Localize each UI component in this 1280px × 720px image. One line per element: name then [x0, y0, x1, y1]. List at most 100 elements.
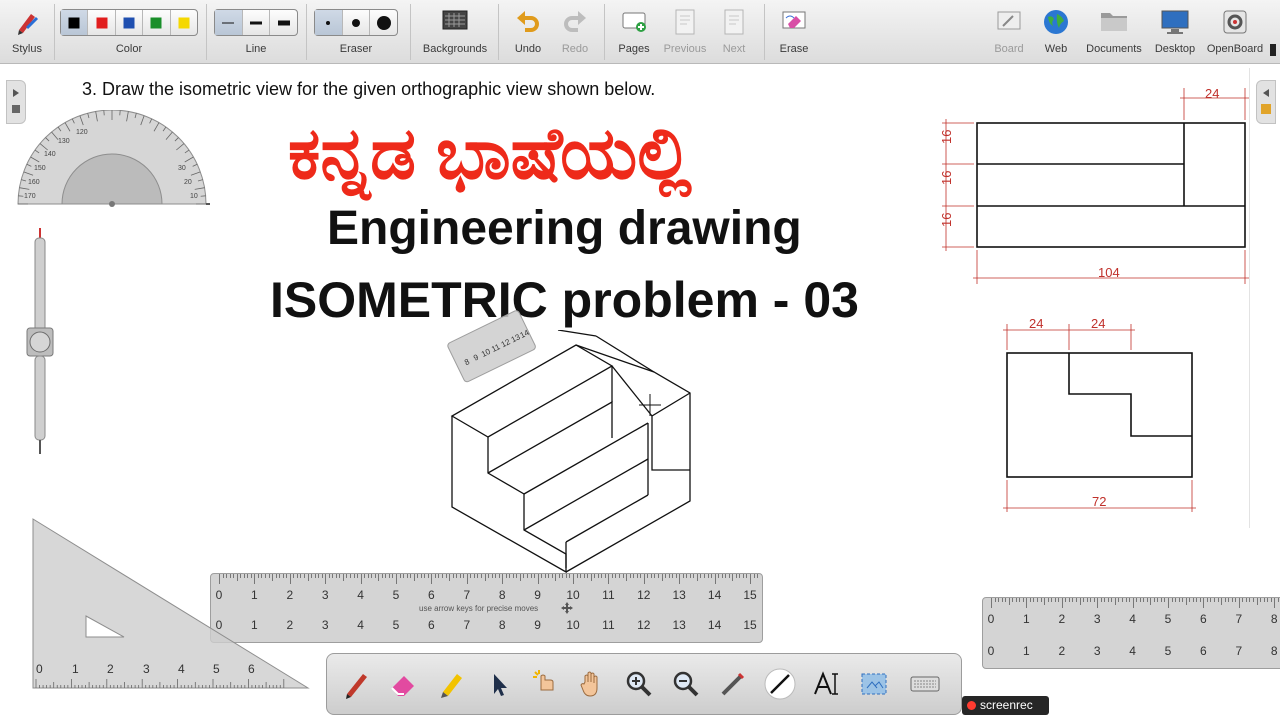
- ruler-tick: [1058, 598, 1060, 602]
- ruler-tick: [640, 574, 642, 578]
- highlighter-tool-button[interactable]: [431, 662, 471, 708]
- color-swatch-red[interactable]: [88, 10, 116, 35]
- ruler-tick: [1203, 598, 1205, 608]
- protractor-tool[interactable]: 120 130 140 150 160 170 30 20 10: [14, 110, 210, 208]
- ruler-tick: [399, 574, 401, 578]
- pages-button[interactable]: Pages: [612, 0, 656, 64]
- ruler-tick: [339, 574, 341, 578]
- ruler-tick: [378, 574, 380, 581]
- stylus-button[interactable]: Stylus: [4, 0, 50, 64]
- ruler-tick: [346, 574, 348, 578]
- interact-tool-button[interactable]: [525, 662, 565, 708]
- ruler-tick: [562, 574, 564, 578]
- desktop-button[interactable]: Desktop: [1152, 0, 1198, 64]
- line-medium[interactable]: [243, 10, 271, 35]
- gear-icon: [1221, 8, 1249, 41]
- toolbar-separator: [410, 4, 411, 60]
- undo-icon: [515, 8, 541, 39]
- ruler-tick: [1012, 598, 1014, 602]
- undo-button[interactable]: Undo: [506, 0, 550, 64]
- web-button[interactable]: Web: [1036, 0, 1076, 64]
- color-group: Color: [60, 0, 198, 64]
- ruler-tick: [661, 574, 663, 581]
- laser-pointer-button[interactable]: [713, 662, 753, 708]
- right-palette-handle[interactable]: [1256, 80, 1276, 124]
- ruler-label: 4: [1129, 644, 1136, 658]
- set-square-labels: 0 1 2 3 4 5 6: [30, 662, 280, 678]
- redo-button[interactable]: Redo: [554, 0, 596, 64]
- line-thin[interactable]: [215, 10, 243, 35]
- compass-tool[interactable]: [24, 226, 56, 456]
- zoom-in-button[interactable]: [619, 662, 659, 708]
- erase-button[interactable]: Erase: [772, 0, 816, 64]
- selector-tool-button[interactable]: [478, 662, 518, 708]
- ruler-tick: [622, 574, 624, 578]
- ruler-tick: [1019, 598, 1021, 602]
- ruler-tick: [449, 574, 451, 581]
- question-instruction: 3. Draw the isometric view for the given…: [82, 79, 656, 99]
- openboard-menu-button[interactable]: OpenBoard: [1204, 0, 1266, 64]
- ruler-tick: [675, 574, 677, 578]
- ruler-tick: [364, 574, 366, 578]
- previous-page-button[interactable]: Previous: [660, 0, 710, 64]
- ruler-tick: [332, 574, 334, 578]
- color-swatch-green[interactable]: [143, 10, 171, 35]
- documents-button[interactable]: Documents: [1082, 0, 1146, 64]
- backgrounds-button[interactable]: Backgrounds: [418, 0, 492, 64]
- stylus-icon: [13, 8, 41, 41]
- ruler-label: 6: [1200, 644, 1207, 658]
- pen-tool-button[interactable]: [337, 662, 377, 708]
- ruler-tick: [1132, 598, 1134, 608]
- record-dot-icon: [967, 701, 976, 710]
- set-square-label: 1: [72, 662, 79, 676]
- ruler-label: 8: [498, 588, 506, 602]
- virtual-keyboard-button[interactable]: [905, 662, 945, 708]
- ruler-tick: [516, 574, 518, 578]
- ruler-tick: [551, 574, 553, 578]
- color-swatch-yellow[interactable]: [171, 10, 197, 35]
- line-tool-button[interactable]: [760, 662, 800, 708]
- ruler-tick: [1104, 598, 1106, 602]
- globe-icon: [1042, 8, 1070, 41]
- eraser-small[interactable]: [315, 10, 343, 35]
- ruler-tick: [555, 574, 557, 581]
- ruler-tick: [480, 574, 482, 578]
- front-dim-left-2: 16: [939, 171, 954, 185]
- color-swatches: [60, 9, 198, 36]
- ruler-tick: [746, 574, 748, 578]
- right-ruler-tool[interactable]: 0 1 2 3 4 5 6 7 8 0 1 2 3 4 5 6 7 8: [982, 597, 1280, 669]
- capture-tool-button[interactable]: [854, 662, 894, 708]
- ruler-tick: [1097, 598, 1099, 608]
- next-page-button[interactable]: Next: [714, 0, 754, 64]
- ruler-tick: [1125, 598, 1127, 602]
- line-thick[interactable]: [270, 10, 297, 35]
- ruler-tick: [1026, 598, 1028, 608]
- ruler-tick: [523, 574, 525, 578]
- color-swatch-blue[interactable]: [116, 10, 144, 35]
- set-square-label: 6: [248, 662, 255, 676]
- color-swatch-black[interactable]: [61, 10, 89, 35]
- ruler-tick: [1061, 598, 1063, 608]
- ruler-tick: [1242, 598, 1244, 602]
- ruler-tick: [718, 574, 720, 578]
- ruler-tick: [505, 574, 507, 578]
- ruler-tick: [739, 574, 741, 578]
- ruler-label: 10: [566, 588, 580, 602]
- hand-tool-button[interactable]: [572, 662, 612, 708]
- line-group: Line: [214, 0, 298, 64]
- ruler-tick: [498, 574, 500, 578]
- main-toolbar: Stylus Color Line Eraser Backgrounds Und…: [0, 0, 1280, 64]
- zoom-out-button[interactable]: [666, 662, 706, 708]
- ruler-tick: [665, 574, 667, 578]
- ruler-tick: [544, 574, 546, 578]
- eraser-medium[interactable]: [343, 10, 371, 35]
- ruler-tick: [328, 574, 330, 578]
- eraser-tool-button[interactable]: [384, 662, 424, 708]
- ruler-tick: [442, 574, 444, 578]
- eraser-large[interactable]: [370, 10, 397, 35]
- board-button[interactable]: Board: [988, 0, 1030, 64]
- ruler-tick: [611, 574, 613, 578]
- text-tool-button[interactable]: [807, 662, 847, 708]
- front-dim-top: 24: [1205, 86, 1219, 101]
- ruler-tick: [388, 574, 390, 578]
